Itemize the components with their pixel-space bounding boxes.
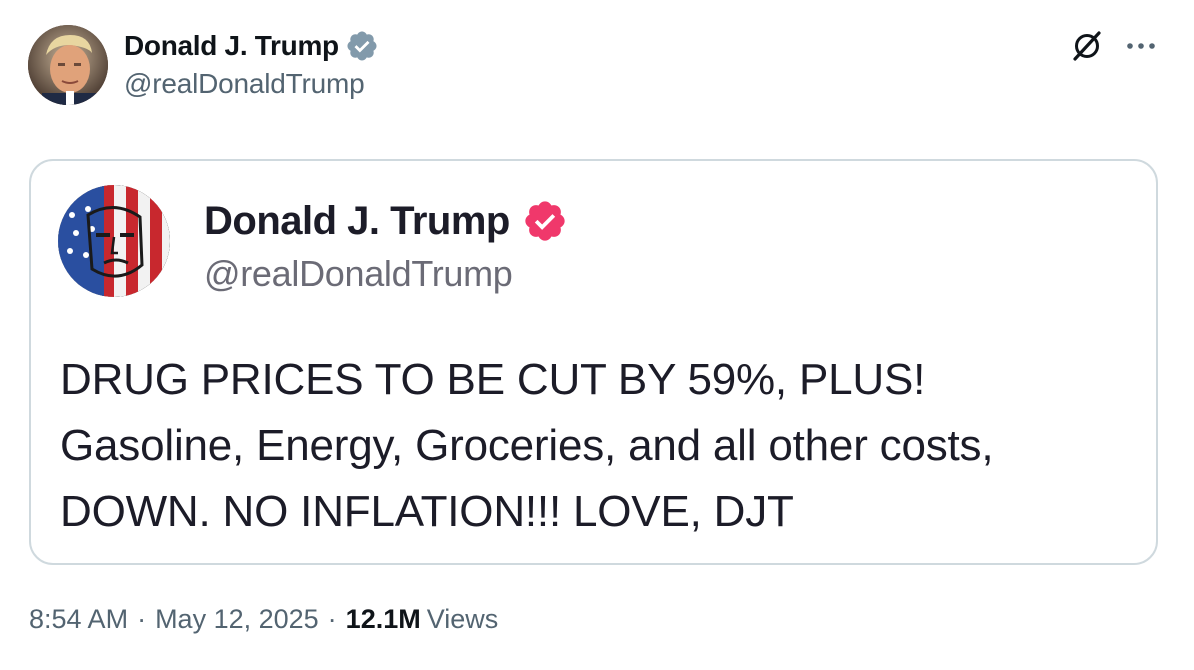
views-label[interactable]: Views [427,604,499,635]
meta-separator: · [137,604,147,634]
quoted-author-handle[interactable]: @realDonaldTrump [204,253,568,295]
quoted-post-text-line: DRUG PRICES TO BE CUT BY 59%, PLUS! [60,355,926,404]
quoted-post-text: DRUG PRICES TO BE CUT BY 59%, PLUS! Gaso… [60,347,1140,545]
quoted-post-text-line: Gasoline, Energy, Groceries, and all oth… [60,421,994,470]
post-date[interactable]: May 12, 2025 [155,604,319,635]
meta-separator: · [327,604,337,634]
quoted-post-card[interactable]: Donald J. Trump @realDonaldTrump DRUG PR… [29,159,1158,565]
quoted-author-avatar[interactable] [58,185,170,297]
quoted-post-text-line: DOWN. NO INFLATION!!! LOVE, DJT [60,487,794,536]
author-handle[interactable]: @realDonaldTrump [124,68,379,100]
author-avatar[interactable] [28,25,108,105]
more-icon[interactable] [1124,36,1158,56]
pink-verified-icon[interactable] [522,198,568,244]
grok-icon[interactable] [1069,28,1105,64]
author-block: Donald J. Trump @realDonaldTrump [124,26,379,100]
quoted-author-block: Donald J. Trump @realDonaldTrump [204,197,568,295]
author-avatar-image [28,25,108,105]
gray-verified-icon[interactable] [345,29,379,63]
views-count[interactable]: 12.1M [346,604,421,635]
post-meta: 8:54 AM · May 12, 2025 · 12.1M Views [29,604,498,635]
author-name[interactable]: Donald J. Trump [124,30,339,62]
quoted-author-name[interactable]: Donald J. Trump [204,199,510,244]
post-time[interactable]: 8:54 AM [29,604,128,635]
flag-portrait-avatar-image [58,185,170,297]
